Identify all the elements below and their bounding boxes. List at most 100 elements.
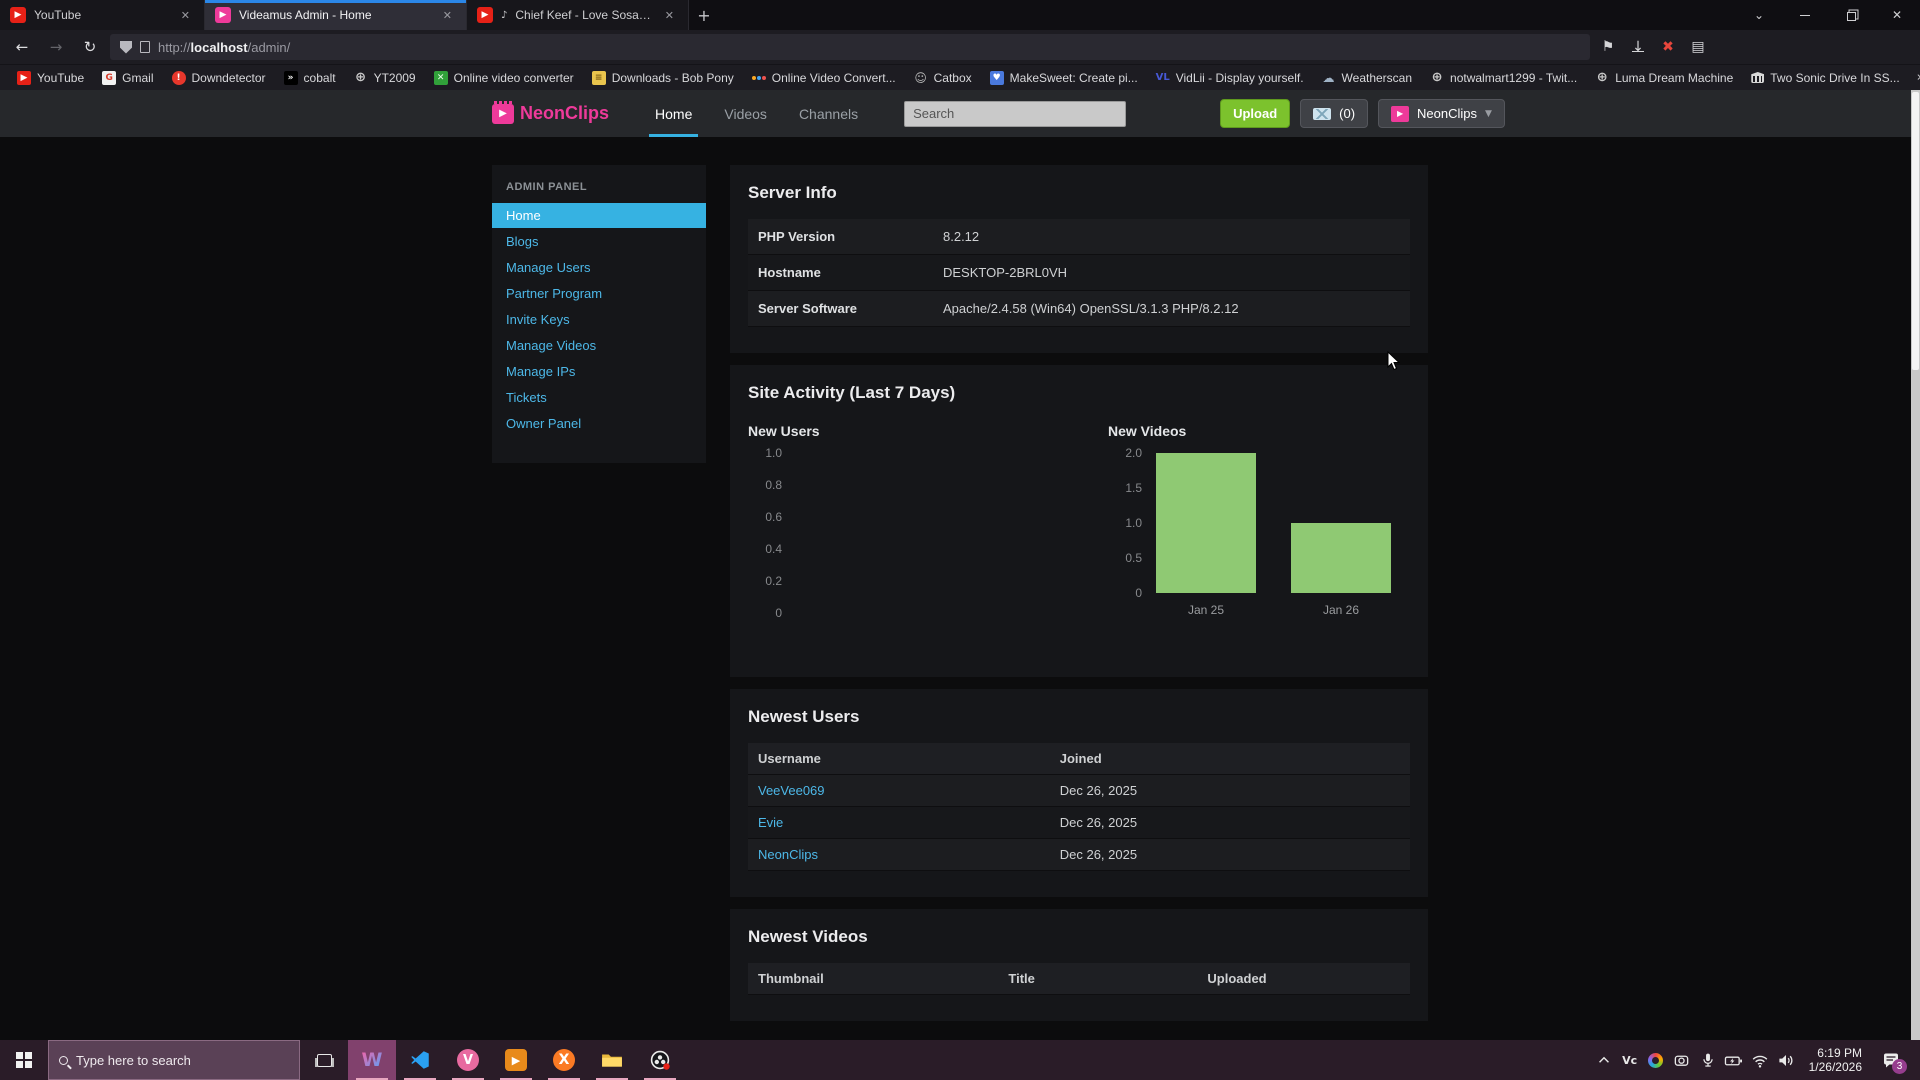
- browser-tab[interactable]: ▶YouTube✕: [0, 0, 205, 30]
- notification-center-icon[interactable]: 3: [1872, 1040, 1910, 1080]
- browser-tab[interactable]: ▶Videamus Admin - Home✕: [205, 0, 467, 30]
- taskbar-app-xampp[interactable]: X: [540, 1040, 588, 1080]
- bookmark-item[interactable]: ⊕notwalmart1299 - Twit...: [1423, 69, 1584, 87]
- tab-close-icon[interactable]: ✕: [661, 7, 678, 24]
- table-header-row: ThumbnailTitleUploaded: [748, 963, 1410, 995]
- sidebar-item-manage-ips[interactable]: Manage IPs: [492, 359, 706, 384]
- bookmark-item[interactable]: ⊕Luma Dream Machine: [1588, 69, 1740, 87]
- tab-close-icon[interactable]: ✕: [439, 7, 456, 24]
- minimize-button[interactable]: [1782, 0, 1828, 30]
- bookmark-item[interactable]: ▶YouTube: [10, 69, 91, 87]
- tab-strip: ▶YouTube✕▶Videamus Admin - Home✕▶♪Chief …: [0, 0, 689, 30]
- content-area: ADMIN PANEL HomeBlogsManage UsersPartner…: [492, 137, 1428, 1021]
- user-menu-button[interactable]: ▶ NeonClips ▼: [1378, 99, 1505, 128]
- restore-button[interactable]: [1828, 0, 1874, 30]
- bookmarks-overflow-icon[interactable]: »: [1911, 70, 1920, 85]
- axis-tick-label: 0: [1108, 586, 1142, 600]
- downloads-icon[interactable]: ↓: [1626, 39, 1650, 55]
- tab-list-icon[interactable]: ⌄: [1736, 0, 1782, 30]
- back-button[interactable]: ←: [8, 38, 36, 56]
- sidebar-item-owner-panel[interactable]: Owner Panel: [492, 411, 706, 436]
- audio-indicator-icon[interactable]: ♪: [501, 10, 507, 21]
- adblock-icon[interactable]: ✖: [1656, 39, 1680, 55]
- battery-icon[interactable]: [1721, 1040, 1747, 1080]
- bookmark-item[interactable]: ☺Catbox: [907, 69, 979, 87]
- column-header: Thumbnail: [758, 971, 1008, 986]
- shield-icon[interactable]: [120, 41, 132, 54]
- search-input[interactable]: [904, 101, 1126, 127]
- sidebar-item-home[interactable]: Home: [492, 203, 706, 228]
- bookmark-item[interactable]: !Downdetector: [165, 69, 273, 87]
- volume-icon[interactable]: [1773, 1040, 1799, 1080]
- close-button[interactable]: ✕: [1874, 0, 1920, 30]
- vscode-icon: [410, 1050, 430, 1070]
- task-view-button[interactable]: [300, 1040, 348, 1080]
- bookmark-item[interactable]: VL VidLii - Display yourself.: [1149, 69, 1311, 87]
- bookmark-label: VidLii - Display yourself.: [1176, 71, 1304, 85]
- forward-button[interactable]: →: [42, 38, 70, 56]
- bookmark-item[interactable]: ☁Weatherscan: [1315, 69, 1419, 87]
- bookmark-item[interactable]: ♥MakeSweet: Create pi...: [983, 69, 1145, 87]
- site-logo[interactable]: ▶ NeonClips: [492, 103, 609, 124]
- vidlii-icon: VL: [1156, 71, 1170, 85]
- nav-item-videos[interactable]: Videos: [708, 90, 783, 137]
- sidebar-item-tickets[interactable]: Tickets: [492, 385, 706, 410]
- color-wheel-icon[interactable]: [1643, 1040, 1669, 1080]
- bookmark-item[interactable]: ✕Online video converter: [427, 69, 581, 87]
- taskbar-app-file-explorer[interactable]: [588, 1040, 636, 1080]
- bookmark-item[interactable]: GGmail: [95, 69, 160, 87]
- chevron-up-icon[interactable]: [1591, 1040, 1617, 1080]
- capture-icon[interactable]: [1669, 1040, 1695, 1080]
- vc-tray-icon[interactable]: Vc: [1617, 1040, 1643, 1080]
- bookmark-label: YouTube: [37, 71, 84, 85]
- server-info-value: 8.2.12: [943, 229, 1400, 244]
- url-bar[interactable]: http://localhost/admin/: [110, 34, 1590, 60]
- sidebar-item-manage-users[interactable]: Manage Users: [492, 255, 706, 280]
- browser-tab[interactable]: ▶♪Chief Keef - Love Sosa - YouTu✕: [467, 0, 689, 30]
- archive-icon: [1751, 72, 1764, 83]
- chart-new-users: New Users1.00.80.60.40.20: [748, 423, 1048, 651]
- taskbar-app-media-player[interactable]: V: [444, 1040, 492, 1080]
- extensions-icon[interactable]: ▤: [1686, 39, 1710, 55]
- activity-charts: New Users1.00.80.60.40.20New Videos2.01.…: [748, 419, 1410, 651]
- microphone-icon[interactable]: [1695, 1040, 1721, 1080]
- sidebar-item-invite-keys[interactable]: Invite Keys: [492, 307, 706, 332]
- nav-item-channels[interactable]: Channels: [783, 90, 874, 137]
- taskbar-app-video-player[interactable]: ▶: [492, 1040, 540, 1080]
- username-link[interactable]: Evie: [758, 815, 1060, 830]
- username-link[interactable]: NeonClips: [758, 847, 1060, 862]
- taskbar-clock[interactable]: 6:19 PM 1/26/2026: [1801, 1046, 1870, 1074]
- reload-button[interactable]: ↻: [76, 38, 104, 56]
- wifi-icon[interactable]: [1747, 1040, 1773, 1080]
- axis-tick-label: 0: [748, 606, 782, 620]
- nav-item-home[interactable]: Home: [639, 90, 708, 137]
- sidebar-item-blogs[interactable]: Blogs: [492, 229, 706, 254]
- mail-button[interactable]: (0): [1300, 99, 1368, 128]
- bookmark-item[interactable]: »cobalt: [277, 69, 343, 87]
- bookmark-label: MakeSweet: Create pi...: [1010, 71, 1138, 85]
- bookmark-item[interactable]: Two Sonic Drive In SS...: [1744, 69, 1906, 87]
- bookmark-item[interactable]: ≡Downloads - Bob Pony: [585, 69, 741, 87]
- sidebar-item-manage-videos[interactable]: Manage Videos: [492, 333, 706, 358]
- taskbar-apps: W V▶X: [348, 1040, 684, 1080]
- sidebar-item-partner-program[interactable]: Partner Program: [492, 281, 706, 306]
- taskbar-app-vscode[interactable]: [396, 1040, 444, 1080]
- page-info-icon[interactable]: [140, 41, 150, 53]
- new-tab-button[interactable]: +: [689, 0, 719, 30]
- bookmark-flag-icon[interactable]: ⚑: [1596, 39, 1620, 55]
- tab-spacer: [719, 0, 1736, 30]
- file-explorer-icon: [601, 1049, 623, 1071]
- upload-button[interactable]: Upload: [1220, 99, 1290, 128]
- bookmark-item[interactable]: ⊕YT2009: [347, 69, 423, 87]
- scrollbar[interactable]: [1911, 90, 1920, 1040]
- taskbar-app-obs[interactable]: [636, 1040, 684, 1080]
- start-button[interactable]: [0, 1040, 48, 1080]
- tray-icons: Vc: [1591, 1040, 1799, 1080]
- column-header: Uploaded: [1207, 971, 1400, 986]
- username-link[interactable]: VeeVee069: [758, 783, 1060, 798]
- taskbar-search[interactable]: Type here to search: [48, 1040, 300, 1080]
- taskbar-app-videamus[interactable]: W: [348, 1040, 396, 1080]
- bookmark-item[interactable]: Online Video Convert...: [745, 69, 903, 87]
- tab-close-icon[interactable]: ✕: [177, 7, 194, 24]
- scrollbar-thumb[interactable]: [1912, 92, 1919, 370]
